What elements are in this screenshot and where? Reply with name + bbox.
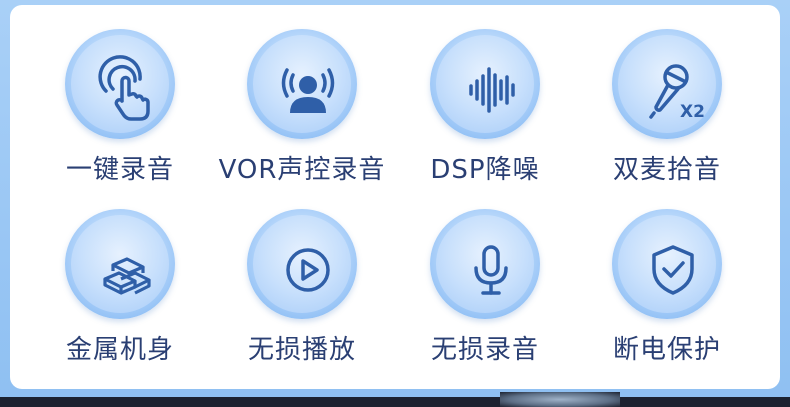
feature-label: VOR声控录音 [218,155,386,185]
dual-mic-badge: X2 [680,102,705,122]
feature-label: 金属机身 [65,335,174,365]
feature-circle [65,29,175,139]
feature-circle [612,209,722,319]
feature-circle-inner [71,215,169,313]
feature-circle-inner [436,35,534,133]
feature-label: DSP降噪 [430,155,540,185]
feature-circle-inner [618,215,716,313]
shield-check-icon [652,245,694,295]
feature-circle-inner [253,35,351,133]
feature-circle-inner [71,35,169,133]
feature-circle: X2 [612,29,722,139]
feature-circle [247,209,357,319]
dual-mic-icon: X2 [649,64,705,122]
voice-activated-record-icon [281,68,335,113]
feature-label: 无损播放 [247,335,356,365]
feature-circle-inner [436,215,534,313]
play-icon [286,248,330,292]
feature-label: 断电保护 [612,335,721,365]
feature-label: 双麦拾音 [612,155,721,185]
feature-label: 无损录音 [430,335,539,365]
feature-circle [430,209,540,319]
metal-bars-icon [103,257,151,295]
feature-circle-inner: X2 [618,35,716,133]
features-card: 一键录音 VOR声控录音 DSP降噪 X2 双麦拾音 金属机身 无损播放 无损录… [10,5,780,389]
one-touch-record-icon [98,55,150,121]
noise-reduction-waveform-icon [469,67,515,113]
feature-circle [430,29,540,139]
microphone-icon [474,245,508,295]
feature-label: 一键录音 [65,155,174,185]
feature-circle [65,209,175,319]
feature-circle-inner [253,215,351,313]
feature-circle [247,29,357,139]
device-photo-edge [500,392,620,407]
